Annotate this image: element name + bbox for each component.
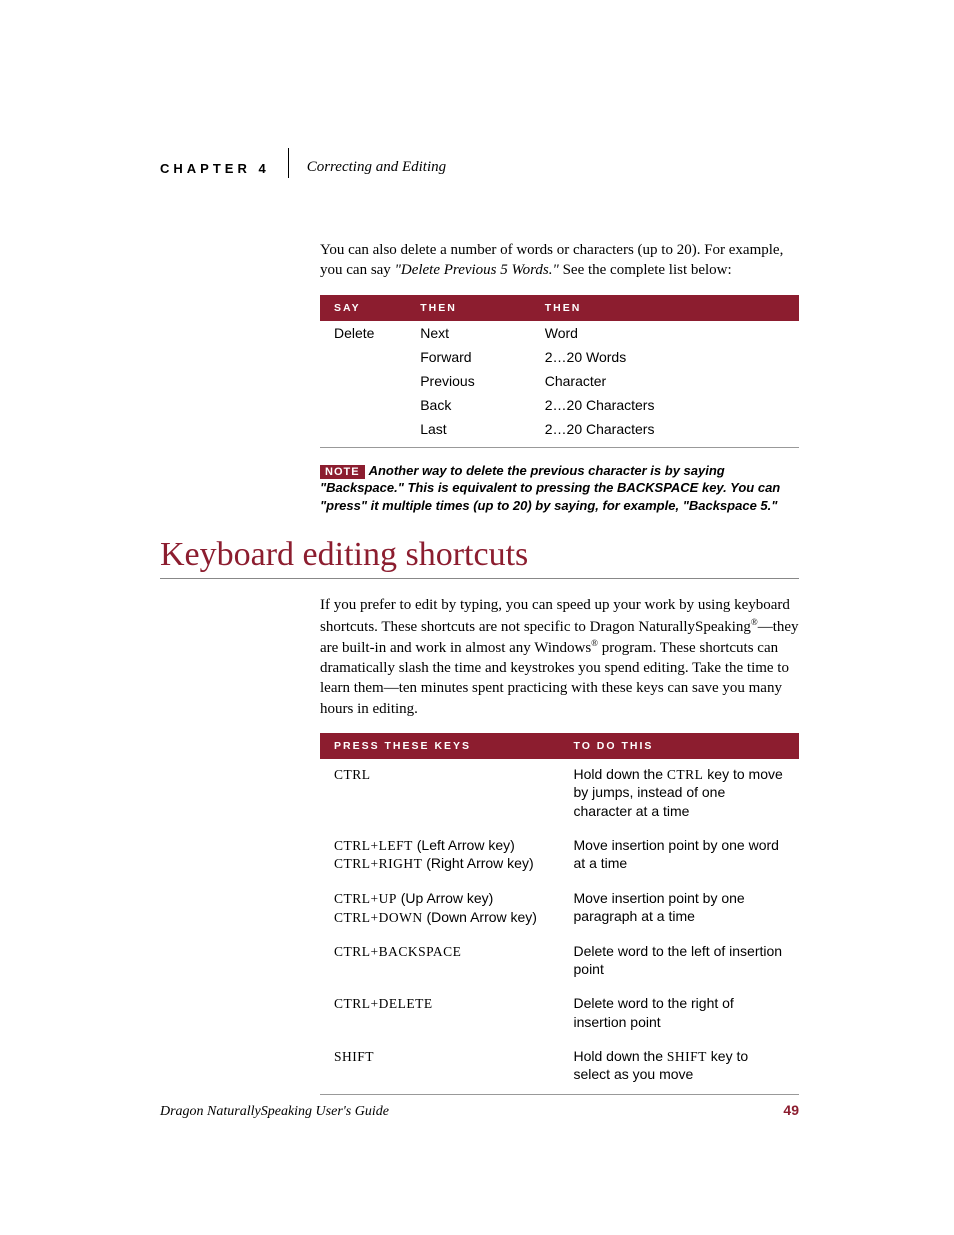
registered-symbol: ® (751, 617, 758, 627)
section-body: If you prefer to edit by typing, you can… (320, 595, 799, 1094)
cell: 2…20 Characters (531, 393, 799, 417)
do-pre: Hold down the (574, 766, 667, 782)
chapter-title: Correcting and Editing (307, 159, 446, 178)
note-block: NOTEAnother way to delete the previous c… (320, 462, 799, 515)
th-keys: PRESS THESE KEYS (320, 733, 560, 759)
table-row: SHIFT Hold down the SHIFT key to select … (320, 1041, 799, 1094)
footer-page-number: 49 (783, 1102, 799, 1118)
cell-keys: CTRL+UP (Up Arrow key) CTRL+DOWN (Down A… (320, 883, 560, 936)
table-row: Previous Character (320, 369, 799, 393)
key-sc: CTRL+DELETE (334, 996, 433, 1011)
cell: Character (531, 369, 799, 393)
header-divider (288, 148, 289, 178)
cell: Back (406, 393, 531, 417)
th-say: SAY (320, 295, 406, 321)
cell-do: Move insertion point by one paragraph at… (560, 883, 800, 936)
cell (320, 417, 406, 448)
table-row: Delete Next Word (320, 321, 799, 345)
section-paragraph: If you prefer to edit by typing, you can… (320, 595, 799, 719)
intro-paragraph: You can also delete a number of words or… (320, 240, 799, 514)
cell: Last (406, 417, 531, 448)
key-sc: CTRL+UP (334, 891, 397, 906)
cell: 2…20 Words (531, 345, 799, 369)
cell: Word (531, 321, 799, 345)
table-row: CTRL+LEFT (Left Arrow key) CTRL+RIGHT (R… (320, 830, 799, 883)
cell-do: Move insertion point by one word at a ti… (560, 830, 800, 883)
cell-do: Delete word to the left of insertion poi… (560, 936, 800, 988)
do-sc: SHIFT (667, 1049, 707, 1064)
key-plain: (Down Arrow key) (423, 909, 537, 925)
cell: 2…20 Characters (531, 417, 799, 448)
page: CHAPTER 4 Correcting and Editing You can… (0, 0, 954, 1095)
table-row: Forward 2…20 Words (320, 345, 799, 369)
table-header-row: SAY THEN THEN (320, 295, 799, 321)
page-footer: Dragon NaturallySpeaking User's Guide 49 (160, 1102, 799, 1120)
cell: Next (406, 321, 531, 345)
th-then1: THEN (406, 295, 531, 321)
cell-keys: SHIFT (320, 1041, 560, 1094)
cell (320, 393, 406, 417)
key-sc: CTRL (334, 767, 371, 782)
do-sc: CTRL (667, 767, 704, 782)
footer-title: Dragon NaturallySpeaking User's Guide (160, 1104, 389, 1120)
key-sc: CTRL+BACKSPACE (334, 944, 461, 959)
cell (320, 369, 406, 393)
intro-quote: "Delete Previous 5 Words." (395, 262, 559, 278)
th-then2: THEN (531, 295, 799, 321)
intro-post: See the complete list below: (559, 262, 732, 278)
table-row: Back 2…20 Characters (320, 393, 799, 417)
chapter-label: CHAPTER 4 (160, 161, 288, 178)
note-text: Another way to delete the previous chara… (320, 463, 780, 513)
key-plain: (Right Arrow key) (422, 855, 533, 871)
cell-do: Hold down the SHIFT key to select as you… (560, 1041, 800, 1094)
keys-table: PRESS THESE KEYS TO DO THIS CTRL Hold do… (320, 733, 799, 1095)
cell: Delete (320, 321, 406, 345)
table-row: Last 2…20 Characters (320, 417, 799, 448)
para-pre: If you prefer to edit by typing, you can… (320, 597, 790, 634)
table-row: CTRL+UP (Up Arrow key) CTRL+DOWN (Down A… (320, 883, 799, 936)
cell: Previous (406, 369, 531, 393)
key-sc: SHIFT (334, 1049, 374, 1064)
cell-do: Delete word to the right of insertion po… (560, 988, 800, 1040)
key-sc: CTRL+RIGHT (334, 856, 422, 871)
registered-symbol: ® (591, 638, 598, 648)
table-row: CTRL+DELETE Delete word to the right of … (320, 988, 799, 1040)
cell-do: Hold down the CTRL key to move by jumps,… (560, 759, 800, 830)
chapter-header: CHAPTER 4 Correcting and Editing (160, 148, 799, 178)
section-heading: Keyboard editing shortcuts (160, 536, 799, 574)
key-sc: CTRL+DOWN (334, 910, 423, 925)
intro-text: You can also delete a number of words or… (320, 240, 799, 281)
table-row: CTRL+BACKSPACE Delete word to the left o… (320, 936, 799, 988)
key-sc: CTRL+LEFT (334, 838, 413, 853)
key-plain: (Left Arrow key) (413, 837, 515, 853)
note-badge: NOTE (320, 465, 365, 479)
cell (320, 345, 406, 369)
th-do: TO DO THIS (560, 733, 800, 759)
key-plain: (Up Arrow key) (397, 890, 493, 906)
do-pre: Hold down the (574, 1048, 667, 1064)
say-then-table: SAY THEN THEN Delete Next Word Forward 2… (320, 295, 799, 448)
cell-keys: CTRL+DELETE (320, 988, 560, 1040)
cell-keys: CTRL+LEFT (Left Arrow key) CTRL+RIGHT (R… (320, 830, 560, 883)
table-header-row: PRESS THESE KEYS TO DO THIS (320, 733, 799, 759)
cell-keys: CTRL (320, 759, 560, 830)
section-rule (160, 578, 799, 579)
cell-keys: CTRL+BACKSPACE (320, 936, 560, 988)
cell: Forward (406, 345, 531, 369)
table-row: CTRL Hold down the CTRL key to move by j… (320, 759, 799, 830)
